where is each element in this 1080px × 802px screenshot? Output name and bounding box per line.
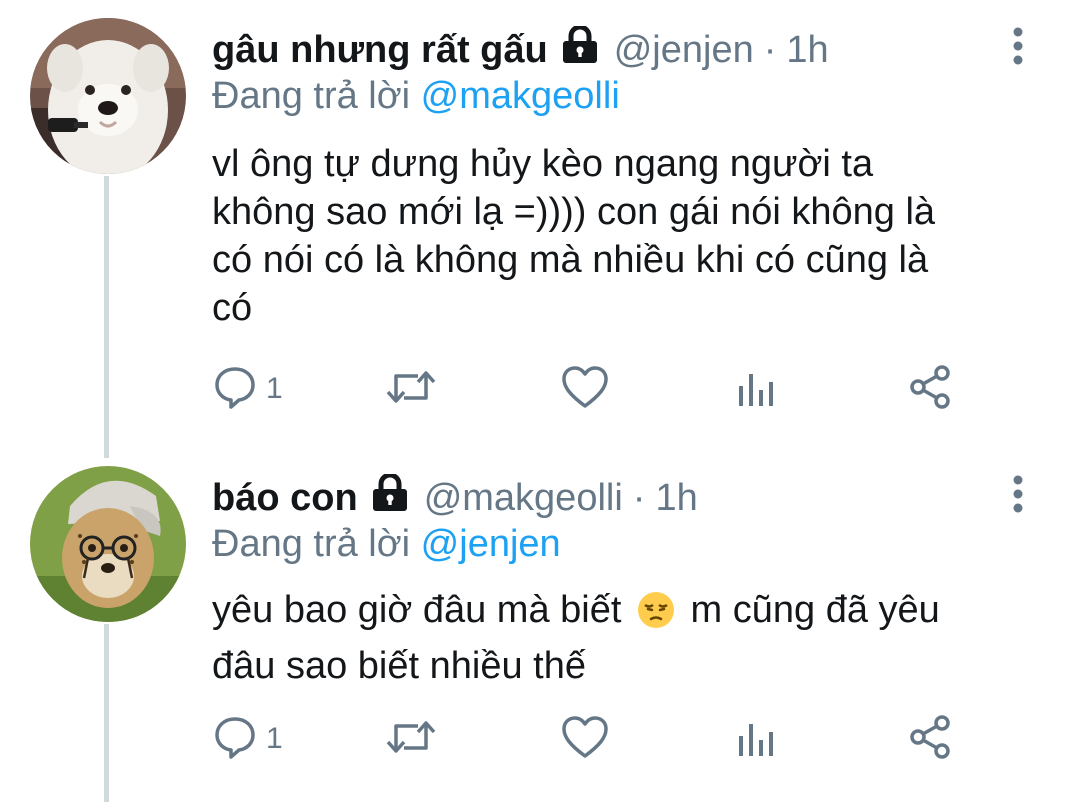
display-name[interactable]: gâu nhưng rất gấu <box>212 28 548 72</box>
avatar[interactable] <box>30 466 186 622</box>
tweet-text: vl ông tự dưng hủy kèo ngang người ta kh… <box>212 143 936 329</box>
separator-dot: · <box>763 29 777 71</box>
like-button[interactable] <box>560 364 610 414</box>
share-button[interactable] <box>908 714 954 764</box>
replying-to: Đang trả lời @makgeolli <box>212 74 620 118</box>
user-handle[interactable]: @makgeolli <box>424 476 623 520</box>
replying-label: Đang trả lời <box>212 75 411 117</box>
timestamp[interactable]: 1h <box>786 28 828 72</box>
analytics-icon <box>736 714 776 765</box>
mention-link[interactable]: @jenjen <box>421 523 561 565</box>
lock-icon <box>370 472 410 522</box>
reply-icon <box>212 714 258 765</box>
tweet-header: gâu nhưng rất gấu @jenjen · 1h <box>212 24 1000 74</box>
share-icon <box>908 714 954 765</box>
like-button[interactable] <box>560 714 610 764</box>
lock-icon <box>560 24 600 74</box>
reply-count: 1 <box>266 722 283 755</box>
more-icon[interactable] <box>1006 26 1030 70</box>
retweet-icon <box>384 364 438 415</box>
tweet-text-part: yêu bao giờ đâu mà biết <box>212 589 622 631</box>
display-name[interactable]: báo con <box>212 476 358 520</box>
share-icon <box>908 364 954 415</box>
reply-icon <box>212 364 258 415</box>
thread-line <box>104 176 109 458</box>
separator-dot: · <box>632 477 646 519</box>
avatar[interactable] <box>30 18 186 174</box>
avatar-image <box>30 18 186 174</box>
timestamp[interactable]: 1h <box>655 476 697 520</box>
analytics-button[interactable] <box>736 364 776 414</box>
share-button[interactable] <box>908 364 954 414</box>
action-bar: 1 <box>212 364 972 414</box>
thread-line <box>104 624 109 802</box>
analytics-button[interactable] <box>736 714 776 764</box>
more-icon[interactable] <box>1006 474 1030 518</box>
like-icon <box>560 714 610 765</box>
analytics-icon <box>736 364 776 415</box>
retweet-button[interactable] <box>384 714 438 764</box>
mention-link[interactable]: @makgeolli <box>421 75 620 117</box>
replying-label: Đang trả lời <box>212 523 411 565</box>
retweet-button[interactable] <box>384 364 438 414</box>
retweet-icon <box>384 714 438 765</box>
pensive-face-emoji <box>636 590 676 642</box>
avatar-image <box>30 466 186 622</box>
tweet-header: báo con @makgeolli · 1h <box>212 472 1000 522</box>
reply-button[interactable]: 1 <box>212 714 283 764</box>
like-icon <box>560 364 610 415</box>
reply-count: 1 <box>266 372 283 405</box>
user-handle[interactable]: @jenjen <box>614 28 754 72</box>
reply-button[interactable]: 1 <box>212 364 283 414</box>
replying-to: Đang trả lời @jenjen <box>212 522 561 566</box>
tweet-text: yêu bao giờ đâu mà biết m cũng đã yêu đâ… <box>212 586 1022 690</box>
action-bar: 1 <box>212 714 972 764</box>
